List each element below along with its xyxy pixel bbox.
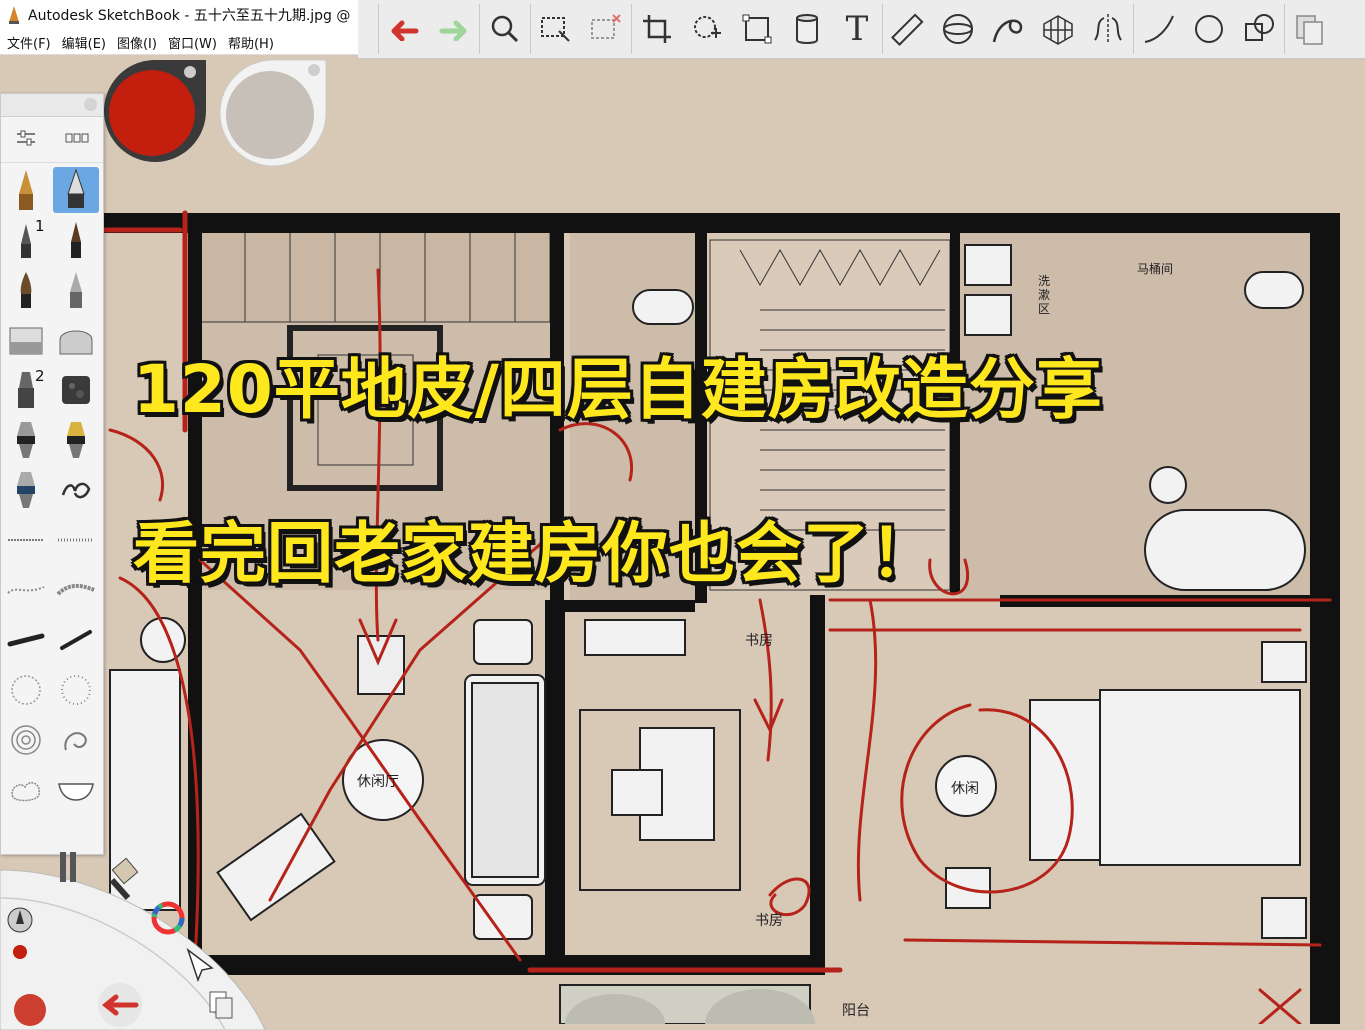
shape-tool-icon[interactable]: [1184, 0, 1234, 58]
ellipse-guide-icon[interactable]: [933, 0, 983, 58]
overlay-caption-line1: 120平地皮/四层自建房改造分享: [133, 351, 1103, 428]
airbrush-small-icon[interactable]: [1, 465, 51, 515]
undo-icon[interactable]: [379, 0, 429, 58]
perspective-icon[interactable]: [1033, 0, 1083, 58]
ballpoint-icon[interactable]: 1: [1, 215, 51, 265]
distort-icon[interactable]: [732, 0, 782, 58]
label-wash-area: 洗漱区: [1038, 274, 1051, 316]
stroke-tool-icon[interactable]: [1134, 0, 1184, 58]
layers-icon[interactable]: [1285, 0, 1335, 58]
eraser-hard-icon[interactable]: [1, 315, 51, 365]
menu-bar: 文件(F) 编辑(E) 图像(I) 窗口(W) 帮助(H): [0, 30, 358, 55]
window-title: Autodesk SketchBook - 五十六至五十九期.jpg @: [28, 8, 351, 24]
label-leisure: 休闲: [951, 781, 979, 797]
brush-pen-icon[interactable]: [51, 215, 101, 265]
menu-help[interactable]: 帮助(H): [228, 33, 274, 52]
foliage-2-icon[interactable]: [51, 565, 101, 615]
airbrush-gold-icon[interactable]: [51, 415, 101, 465]
menu-window[interactable]: 窗口(W): [168, 33, 217, 52]
bowl-icon[interactable]: [51, 765, 101, 815]
crop-icon[interactable]: [632, 0, 682, 58]
select-icon[interactable]: [531, 0, 581, 58]
lagoon-extra-icon[interactable]: [14, 994, 46, 1026]
inking-pen-icon[interactable]: [53, 167, 99, 213]
cloud-icon[interactable]: [1, 765, 51, 815]
paint-brush-icon[interactable]: [1, 265, 51, 315]
symmetry-icon[interactable]: [1083, 0, 1133, 58]
title-bar: Autodesk SketchBook - 五十六至五十九期.jpg @: [0, 0, 358, 30]
secondary-color-puck[interactable]: [218, 58, 328, 168]
label-toilet-room: 马桶间: [1137, 262, 1174, 276]
marker-icon[interactable]: 2: [1, 365, 51, 415]
swirl-icon[interactable]: [1, 715, 51, 765]
palette-close-icon[interactable]: [84, 98, 97, 111]
balcony: [559, 984, 815, 1024]
brush-library-icon[interactable]: [65, 130, 89, 150]
text-icon[interactable]: T: [832, 0, 882, 58]
main-toolbar: T: [358, 0, 1365, 59]
redo-icon[interactable]: [429, 0, 479, 58]
curve-guide-icon[interactable]: [983, 0, 1033, 58]
brush-properties-icon[interactable]: [15, 127, 37, 153]
label-study-2: 书房: [755, 913, 783, 929]
texture-brush-icon[interactable]: [51, 365, 101, 415]
lasso-transform-icon[interactable]: [682, 0, 732, 58]
overlay-caption-line2: 看完回老家建房你也会了！: [133, 515, 937, 592]
brush-size-handle-icon[interactable]: [60, 852, 76, 882]
brush-lagoon-icon[interactable]: [109, 857, 139, 900]
label-balcony: 阳台: [842, 1003, 870, 1019]
palette-header[interactable]: [1, 94, 103, 117]
label-lounge-hall: 休闲厅: [357, 774, 399, 790]
menu-image[interactable]: 图像(I): [117, 33, 157, 52]
texture-line-icon[interactable]: [1, 515, 51, 565]
menu-file[interactable]: 文件(F): [7, 33, 51, 52]
texture-line-2-icon[interactable]: [51, 515, 101, 565]
scatter-2-icon[interactable]: [51, 665, 101, 715]
zoom-icon[interactable]: [480, 0, 530, 58]
brush-slot-1: 1: [35, 217, 45, 235]
splatter-icon[interactable]: [1, 615, 51, 665]
hard-pencil-icon[interactable]: [51, 265, 101, 315]
select-clear-icon[interactable]: [581, 0, 631, 58]
copy-icon[interactable]: [1234, 0, 1284, 58]
text-tool-glyph: T: [845, 9, 869, 49]
fill-bucket-icon[interactable]: [782, 0, 832, 58]
primary-color-puck[interactable]: [102, 58, 208, 164]
eraser-soft-icon[interactable]: [51, 315, 101, 365]
pencil-icon[interactable]: [1, 165, 51, 215]
brush-slot-2: 2: [35, 367, 45, 385]
brush-palette: 1 2: [0, 93, 104, 855]
ruler-icon[interactable]: [883, 0, 933, 58]
foliage-icon[interactable]: [1, 565, 51, 615]
airbrush-icon[interactable]: [1, 415, 51, 465]
label-study: 书房: [745, 633, 773, 649]
sketchbook-logo-icon: [6, 5, 22, 25]
swirl-2-icon[interactable]: [51, 715, 101, 765]
menu-edit[interactable]: 编辑(E): [62, 33, 106, 52]
smudge-icon[interactable]: [51, 465, 101, 515]
lagoon-menu: [0, 852, 266, 1030]
lagoon-undo-icon[interactable]: [98, 983, 142, 1027]
splatter-2-icon[interactable]: [51, 615, 101, 665]
scatter-icon[interactable]: [1, 665, 51, 715]
